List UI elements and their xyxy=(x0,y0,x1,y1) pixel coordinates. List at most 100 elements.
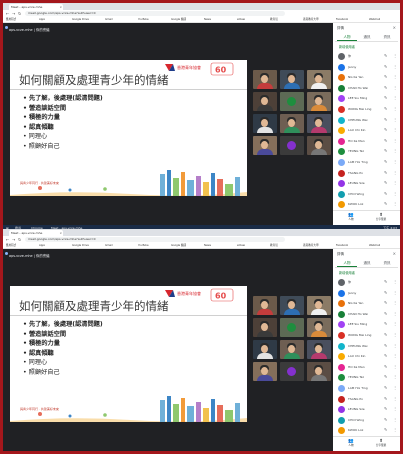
more-options-icon[interactable]: ⋮ xyxy=(393,311,397,316)
participant-row[interactable]: LAU Chi Kin ✎ ⋮ xyxy=(335,351,399,362)
participant-row[interactable]: CHAN Ho Wai ✎ ⋮ xyxy=(335,83,399,94)
more-options-icon[interactable]: ⋮ xyxy=(393,85,397,90)
more-options-icon[interactable]: ⋮ xyxy=(393,201,397,206)
more-options-icon[interactable]: ⋮ xyxy=(393,106,397,111)
more-options-icon[interactable]: ⋮ xyxy=(393,385,397,390)
tab-info[interactable]: 資訊 xyxy=(377,259,397,267)
reload-icon[interactable]: ↻ xyxy=(18,236,21,243)
participant-video-tile[interactable] xyxy=(307,136,331,155)
participant-row[interactable]: WONG Mei Ling ✎ ⋮ xyxy=(335,330,399,341)
participant-video-tile[interactable] xyxy=(307,362,331,381)
more-options-icon[interactable]: ⋮ xyxy=(393,427,397,432)
more-options-icon[interactable]: ⋮ xyxy=(393,148,397,153)
participant-video-tile[interactable] xyxy=(253,70,277,89)
participant-row[interactable]: LEE Siu Ming ✎ ⋮ xyxy=(335,319,399,330)
participant-row[interactable]: CHOI Wing ✎ ⋮ xyxy=(335,415,399,426)
forward-icon[interactable]: → xyxy=(12,10,15,17)
participant-row[interactable]: LEE Siu Ming ✎ ⋮ xyxy=(335,93,399,104)
participant-video-tile[interactable] xyxy=(307,340,331,359)
participant-row[interactable]: NG Ka Yan ✎ ⋮ xyxy=(335,298,399,309)
add-people-button[interactable]: 新增使用者 xyxy=(339,44,355,49)
more-options-icon[interactable]: ⋮ xyxy=(393,191,397,196)
participant-row[interactable]: CHEUNG Wai ✎ ⋮ xyxy=(335,341,399,352)
close-icon[interactable]: × xyxy=(393,25,396,30)
url-field[interactable]: meet.google.com/aps-vcze-mhe?authuser=0 xyxy=(25,11,285,16)
more-options-icon[interactable]: ⋮ xyxy=(393,343,397,348)
participant-row[interactable]: YEUNG Tsz ✎ ⋮ xyxy=(335,372,399,383)
participant-video-tile[interactable] xyxy=(307,92,331,111)
more-options-icon[interactable]: ⋮ xyxy=(393,290,397,295)
participant-video-tile[interactable] xyxy=(253,296,277,315)
participant-video-tile[interactable] xyxy=(307,70,331,89)
more-options-icon[interactable]: ⋮ xyxy=(393,117,397,122)
participant-row[interactable]: LAU Chi Kin ✎ ⋮ xyxy=(335,125,399,136)
participant-video-tile[interactable] xyxy=(307,318,331,337)
tab-chat[interactable]: 通訊 xyxy=(357,33,377,41)
more-options-icon[interactable]: ⋮ xyxy=(393,279,397,284)
more-options-icon[interactable]: ⋮ xyxy=(393,374,397,379)
reload-icon[interactable]: ↻ xyxy=(18,10,21,17)
more-options-icon[interactable]: ⋮ xyxy=(393,159,397,164)
more-options-icon[interactable]: ⋮ xyxy=(393,406,397,411)
participant-video-tile[interactable] xyxy=(280,92,304,111)
url-field[interactable]: meet.google.com/aps-vcze-mhe?authuser=0 xyxy=(25,237,285,242)
tab-people[interactable]: 人物 xyxy=(337,259,357,267)
tab-chat[interactable]: 通訊 xyxy=(357,259,377,267)
participant-row[interactable]: CHEUNG Wai ✎ ⋮ xyxy=(335,115,399,126)
participant-video-tile[interactable] xyxy=(280,296,304,315)
participant-row[interactable]: 你 ✎ ⋮ xyxy=(335,51,399,62)
participant-video-tile[interactable] xyxy=(280,340,304,359)
more-options-icon[interactable]: ⋮ xyxy=(393,138,397,143)
footer-people-button[interactable]: 👥 人物 xyxy=(339,439,363,447)
participant-video-tile[interactable] xyxy=(253,318,277,337)
more-options-icon[interactable]: ⋮ xyxy=(393,396,397,401)
participant-video-tile[interactable] xyxy=(307,296,331,315)
participant-row[interactable]: LAM Hoi Ting ✎ ⋮ xyxy=(335,383,399,394)
more-options-icon[interactable]: ⋮ xyxy=(393,417,397,422)
participant-row[interactable]: KWOK Lok ✎ ⋮ xyxy=(335,199,399,210)
add-people-button[interactable]: 新增使用者 xyxy=(339,270,355,275)
participant-video-tile[interactable] xyxy=(280,70,304,89)
tab-people[interactable]: 人物 xyxy=(337,33,357,41)
participant-row[interactable]: TSANG Po ✎ ⋮ xyxy=(335,168,399,179)
participant-row[interactable]: LEUNG Sze ✎ ⋮ xyxy=(335,178,399,189)
footer-present-button[interactable]: ⬆ 分享螢幕 xyxy=(369,213,393,221)
participant-video-tile[interactable] xyxy=(280,114,304,133)
participant-row[interactable]: LAM Hoi Ting ✎ ⋮ xyxy=(335,157,399,168)
more-options-icon[interactable]: ⋮ xyxy=(393,321,397,326)
participant-row[interactable]: YEUNG Tsz ✎ ⋮ xyxy=(335,146,399,157)
participant-video-tile[interactable] xyxy=(280,136,304,155)
participant-row[interactable]: KWOK Lok ✎ ⋮ xyxy=(335,425,399,436)
more-options-icon[interactable]: ⋮ xyxy=(393,353,397,358)
participant-row[interactable]: LEUNG Sze ✎ ⋮ xyxy=(335,404,399,415)
more-options-icon[interactable]: ⋮ xyxy=(393,95,397,100)
participant-video-tile[interactable] xyxy=(253,340,277,359)
participant-row[interactable]: CHAN Ho Wai ✎ ⋮ xyxy=(335,309,399,320)
more-options-icon[interactable]: ⋮ xyxy=(393,180,397,185)
more-options-icon[interactable]: ⋮ xyxy=(393,170,397,175)
more-options-icon[interactable]: ⋮ xyxy=(393,332,397,337)
back-icon[interactable]: ← xyxy=(6,236,9,243)
participant-video-tile[interactable] xyxy=(280,318,304,337)
back-icon[interactable]: ← xyxy=(6,10,9,17)
forward-icon[interactable]: → xyxy=(12,236,15,243)
more-options-icon[interactable]: ⋮ xyxy=(393,364,397,369)
more-options-icon[interactable]: ⋮ xyxy=(393,74,397,79)
participant-video-tile[interactable] xyxy=(253,92,277,111)
participant-row[interactable]: HO Ka Man ✎ ⋮ xyxy=(335,362,399,373)
participant-row[interactable]: TSANG Po ✎ ⋮ xyxy=(335,394,399,405)
participant-row[interactable]: Janny ✎ ⋮ xyxy=(335,62,399,73)
participant-row[interactable]: NG Ka Yan ✎ ⋮ xyxy=(335,72,399,83)
participant-video-tile[interactable] xyxy=(253,136,277,155)
more-options-icon[interactable]: ⋮ xyxy=(393,53,397,58)
participant-video-tile[interactable] xyxy=(253,362,277,381)
participant-row[interactable]: WONG Mei Ling ✎ ⋮ xyxy=(335,104,399,115)
more-options-icon[interactable]: ⋮ xyxy=(393,300,397,305)
tab-info[interactable]: 資訊 xyxy=(377,33,397,41)
participant-row[interactable]: 你 ✎ ⋮ xyxy=(335,277,399,288)
participant-video-tile[interactable] xyxy=(280,362,304,381)
footer-present-button[interactable]: ⬆ 分享螢幕 xyxy=(369,439,393,447)
participant-row[interactable]: HO Ka Man ✎ ⋮ xyxy=(335,136,399,147)
footer-people-button[interactable]: 👥 人物 xyxy=(339,213,363,221)
more-options-icon[interactable]: ⋮ xyxy=(393,64,397,69)
